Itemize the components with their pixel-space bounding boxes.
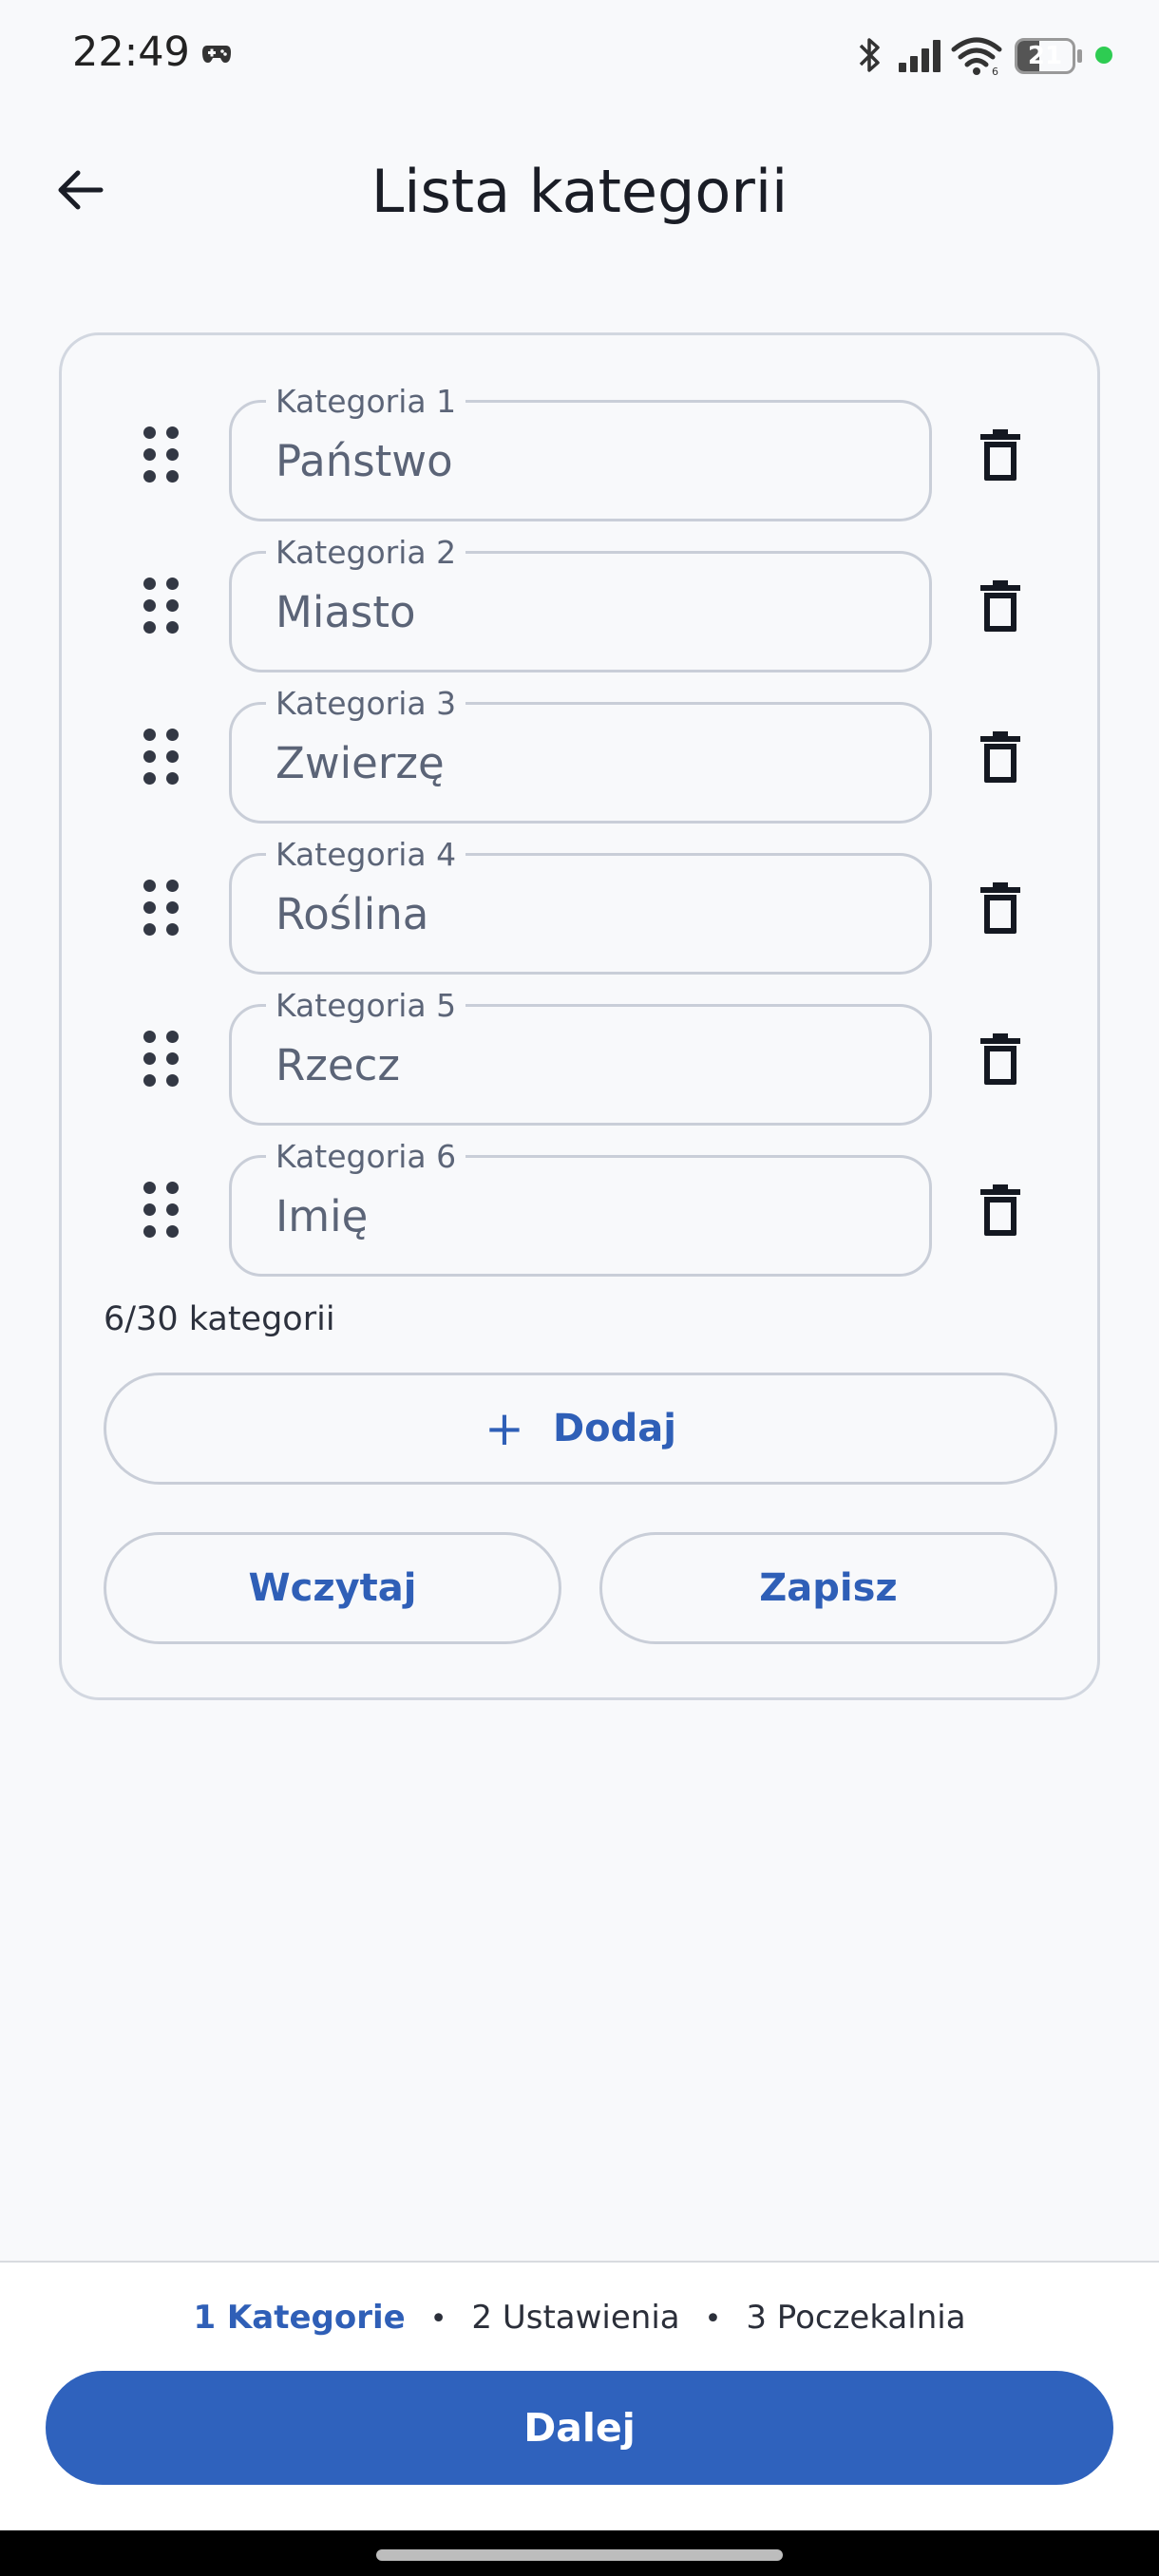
home-indicator[interactable] (376, 2549, 783, 2561)
trash-icon (980, 1184, 1020, 1236)
drag-handle-icon[interactable] (143, 1031, 181, 1088)
category-field[interactable]: Kategoria 6 Imię (229, 1139, 932, 1277)
category-field[interactable]: Kategoria 2 Miasto (229, 535, 932, 672)
delete-button[interactable] (964, 568, 1036, 644)
category-row: Kategoria 2 Miasto (62, 535, 1103, 674)
battery-level: 21 (1027, 42, 1063, 70)
wifi-icon: 6 (951, 37, 1002, 76)
category-field[interactable]: Kategoria 1 Państwo (229, 384, 932, 521)
arrow-left-icon (58, 170, 104, 210)
trash-icon (980, 882, 1020, 934)
status-time: 22:49 (72, 28, 190, 76)
add-category-button[interactable]: + Dodaj (104, 1373, 1057, 1485)
category-count: 6/30 kategorii (104, 1300, 335, 1338)
drag-handle-icon[interactable] (143, 1182, 181, 1239)
category-field-label: Kategoria 6 (266, 1139, 466, 1175)
category-field-label: Kategoria 4 (266, 837, 466, 873)
category-row: Kategoria 1 Państwo (62, 384, 1103, 523)
svg-text:6: 6 (992, 66, 998, 76)
plus-icon: + (484, 1401, 524, 1456)
step-lobby: 3 Poczekalnia (746, 2299, 966, 2337)
delete-button[interactable] (964, 870, 1036, 946)
category-field-value: Zwierzę (276, 738, 445, 788)
category-field-value: Roślina (276, 889, 429, 939)
category-field-value: Imię (276, 1191, 369, 1241)
category-row: Kategoria 4 Roślina (62, 837, 1103, 976)
add-button-label: Dodaj (552, 1407, 676, 1450)
bluetooth-icon (859, 38, 880, 72)
category-field-value: Państwo (276, 436, 453, 486)
delete-button[interactable] (964, 417, 1036, 493)
trash-icon (980, 580, 1020, 632)
category-field-label: Kategoria 5 (266, 988, 466, 1024)
drag-handle-icon[interactable] (143, 880, 181, 937)
save-button[interactable]: Zapisz (599, 1532, 1057, 1644)
bottom-divider (0, 2261, 1159, 2263)
battery-icon: 21 (1015, 38, 1075, 74)
battery-cap (1077, 49, 1082, 63)
back-button[interactable] (46, 156, 114, 224)
delete-button[interactable] (964, 719, 1036, 795)
gamepad-icon (202, 46, 231, 63)
signal-icon (899, 40, 940, 72)
step-settings: 2 Ustawienia (471, 2299, 680, 2337)
page-title: Lista kategorii (370, 157, 788, 226)
category-field-value: Miasto (276, 587, 416, 637)
category-row: Kategoria 3 Zwierzę (62, 686, 1103, 825)
delete-button[interactable] (964, 1021, 1036, 1097)
drag-handle-icon[interactable] (143, 426, 181, 483)
privacy-indicator-dot (1095, 47, 1112, 64)
trash-icon (980, 429, 1020, 481)
step-separator: • (429, 2302, 447, 2336)
category-field[interactable]: Kategoria 4 Roślina (229, 837, 932, 975)
category-row: Kategoria 5 Rzecz (62, 988, 1103, 1127)
delete-button[interactable] (964, 1172, 1036, 1248)
drag-handle-icon[interactable] (143, 729, 181, 786)
load-button[interactable]: Wczytaj (104, 1532, 561, 1644)
category-field[interactable]: Kategoria 5 Rzecz (229, 988, 932, 1126)
category-card: Kategoria 1 Państwo Kategoria 2 Miasto K… (59, 332, 1100, 1700)
category-row: Kategoria 6 Imię (62, 1139, 1103, 1279)
category-field-label: Kategoria 3 (266, 686, 466, 722)
step-categories: 1 Kategorie (193, 2299, 406, 2337)
category-field-label: Kategoria 2 (266, 535, 466, 571)
next-button[interactable]: Dalej (46, 2371, 1113, 2485)
step-separator: • (704, 2302, 722, 2336)
category-field[interactable]: Kategoria 3 Zwierzę (229, 686, 932, 824)
step-indicator: 1 Kategorie • 2 Ustawienia • 3 Poczekalnia (0, 2299, 1159, 2337)
category-field-value: Rzecz (276, 1040, 400, 1090)
category-field-label: Kategoria 1 (266, 384, 466, 420)
screen: 22:49 6 21 Lista kategorii Kategoria 1 P… (0, 0, 1159, 2576)
trash-icon (980, 1033, 1020, 1085)
drag-handle-icon[interactable] (143, 578, 181, 635)
trash-icon (980, 731, 1020, 783)
